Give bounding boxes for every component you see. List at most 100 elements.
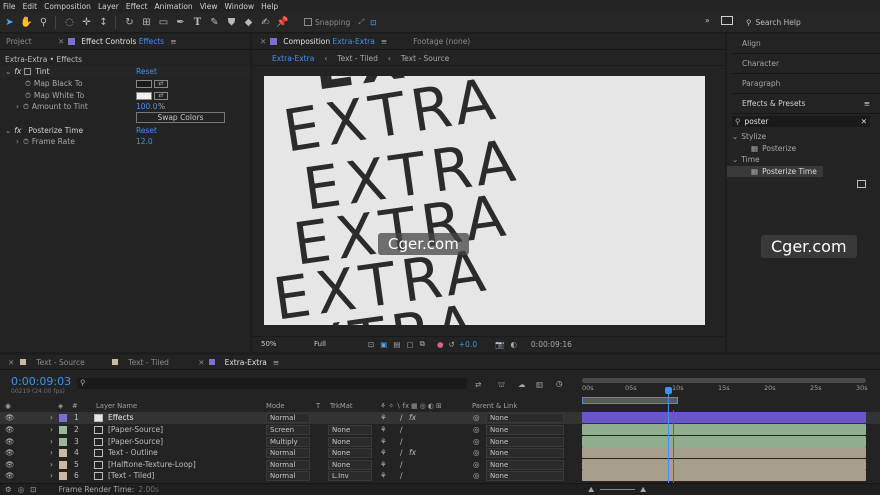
layer-name[interactable]: [Halftone-Texture-Loop] <box>108 460 196 469</box>
tab-effect-controls[interactable]: Effect Controls Effects <box>79 34 166 50</box>
close-icon[interactable]: ✕ <box>8 358 14 367</box>
current-time[interactable]: 0:00:09:03 <box>11 375 71 388</box>
eraser-tool-icon[interactable]: ◆ <box>241 15 256 30</box>
layer-row[interactable]: 👁 › 4 Text - Outline Normal None ⚘ ∕ fx ◎ None <box>0 447 880 459</box>
show-snapshot-icon[interactable]: ◐ <box>510 340 517 349</box>
menu-layer[interactable]: Layer <box>98 2 119 11</box>
time-ruler[interactable]: 00s 05s 10s 15s 20s 25s 30s <box>582 384 872 396</box>
layer-trkmat-select[interactable]: None <box>328 448 372 458</box>
layer-mode-select[interactable]: Normal <box>266 460 310 470</box>
pick-whip-icon[interactable]: ◎ <box>473 460 480 469</box>
pick-whip-icon[interactable]: ◎ <box>473 425 480 434</box>
current-time-readout[interactable]: 0:00:09:16 <box>531 340 572 349</box>
zoom-select[interactable]: 50% <box>257 339 305 349</box>
menu-animation[interactable]: Animation <box>154 2 192 11</box>
playhead-handle[interactable] <box>665 387 672 394</box>
close-icon[interactable]: ✕ <box>58 37 64 46</box>
video-toggle-icon[interactable]: ◉ <box>5 402 11 410</box>
puppet-pin-tool-icon[interactable]: 📌 <box>275 15 290 30</box>
menu-composition[interactable]: Composition <box>44 2 91 11</box>
menu-help[interactable]: Help <box>261 2 278 11</box>
layer-trkmat-select[interactable]: None <box>328 460 372 470</box>
chevron-right-icon[interactable]: › <box>50 448 53 457</box>
eye-icon[interactable]: 👁 <box>5 425 15 434</box>
posterize-reset-link[interactable]: Reset <box>136 126 157 135</box>
search-help[interactable]: ⚲ Search Help <box>746 15 866 29</box>
panel-menu-icon[interactable]: ≡ <box>864 99 870 108</box>
shy-switch-icon[interactable]: ⚘ <box>380 425 387 434</box>
layer-name[interactable]: Effects <box>108 413 134 422</box>
zoom-slider[interactable] <box>600 489 635 490</box>
fx-icon[interactable]: fx <box>14 67 21 76</box>
eye-icon[interactable]: 👁 <box>5 413 15 422</box>
layer-label-color[interactable] <box>59 413 67 422</box>
hand-tool-icon[interactable]: ✋ <box>19 15 34 30</box>
stopwatch-icon[interactable]: ⏱ <box>25 91 31 101</box>
layer-parent-select[interactable]: None <box>486 425 564 435</box>
tab-footage[interactable]: Footage (none) <box>407 34 476 50</box>
zoom-in-icon[interactable]: ⛰ <box>640 485 646 495</box>
layer-label-color[interactable] <box>59 460 67 469</box>
tab-text-tiled[interactable]: Text - Tiled <box>122 354 192 370</box>
frame-blending-icon[interactable]: ▥ <box>536 380 543 389</box>
transfer-controls-icon[interactable]: ◎ <box>18 485 25 494</box>
quality-switch-icon[interactable]: ∕ <box>400 413 403 422</box>
layer-mode-select[interactable]: Normal <box>266 413 310 423</box>
trkmat-header[interactable]: TrkMat <box>330 402 353 410</box>
map-white-swatch[interactable] <box>136 91 152 100</box>
layer-duration-bar[interactable] <box>582 424 866 435</box>
layer-duration-bar[interactable] <box>582 436 866 447</box>
pick-whip-icon[interactable]: ◎ <box>473 413 480 422</box>
effects-search-input[interactable]: poster <box>745 117 769 126</box>
layer-mode-select[interactable]: Screen <box>266 425 310 435</box>
selection-tool-icon[interactable]: ➤ <box>2 15 17 30</box>
layer-label-color[interactable] <box>59 425 67 434</box>
chevron-down-icon[interactable]: ⌄ <box>5 67 11 76</box>
chevron-right-icon[interactable]: › <box>50 437 53 446</box>
layer-row[interactable]: 👁 › 6 [Text - Tiled] Normal L.Inv ⚘ ∕ ◎ None <box>0 470 880 482</box>
snap-edges-icon[interactable]: ⤢ <box>358 17 364 27</box>
paragraph-panel[interactable]: Paragraph <box>732 74 880 94</box>
layer-row[interactable]: 👁 › 2 [Paper-Source] Screen None ⚘ ∕ ◎ None <box>0 424 880 436</box>
tree-item-posterize[interactable]: ▦ Posterize <box>727 143 880 154</box>
exposure-value[interactable]: +0.0 <box>459 340 477 349</box>
tab-text-source[interactable]: Text - Source <box>30 354 112 370</box>
menu-edit[interactable]: Edit <box>23 2 38 11</box>
composition-viewer[interactable]: EXTRA EXTRA EXTRA EXTRA EXTRA EXTRA Cger… <box>264 76 705 325</box>
layer-duration-bar[interactable] <box>582 470 866 481</box>
pen-tool-icon[interactable]: ✒ <box>173 15 188 30</box>
tree-group-stylize[interactable]: ⌄ Stylize <box>727 131 880 142</box>
layer-label-color[interactable] <box>59 448 67 457</box>
layer-label-color[interactable] <box>59 437 67 446</box>
chevron-down-icon[interactable]: ⌄ <box>732 132 738 141</box>
layer-label-color[interactable] <box>59 471 67 480</box>
layer-search[interactable]: ⚲ <box>77 378 467 389</box>
chevron-right-icon[interactable]: › <box>50 413 53 422</box>
layer-trkmat-select[interactable]: L.Inv <box>328 471 372 481</box>
3d-view-icon[interactable]: ⧉ <box>420 339 425 349</box>
chevron-right-icon[interactable]: › <box>50 425 53 434</box>
tint-reset-link[interactable]: Reset <box>136 67 157 76</box>
map-black-swatch[interactable] <box>136 79 152 88</box>
roto-brush-tool-icon[interactable]: ✍ <box>258 15 273 30</box>
layer-duration-bar[interactable] <box>582 447 866 458</box>
expand-workspace-icon[interactable]: » <box>705 16 710 25</box>
chevron-right-icon[interactable]: › <box>50 460 53 469</box>
pick-whip-icon[interactable]: ◎ <box>473 471 480 480</box>
playhead[interactable] <box>668 388 669 484</box>
crumb-text-source[interactable]: Text - Source <box>401 54 449 63</box>
quality-switch-icon[interactable]: ∕ <box>400 437 403 446</box>
shy-switch-icon[interactable]: ⚘ <box>380 413 387 422</box>
chevron-down-icon[interactable]: ⌄ <box>5 126 11 135</box>
transparency-grid-icon[interactable]: ▣ <box>380 340 387 349</box>
motion-blur-icon[interactable]: ◷ <box>556 379 563 388</box>
frame-rate-value[interactable]: 12.0 <box>136 137 153 146</box>
pan-behind-tool-icon[interactable]: ⊞ <box>139 15 154 30</box>
layer-row[interactable]: 👁 › 3 [Paper-Source] Multiply None ⚘ ∕ ◎ None <box>0 436 880 448</box>
layer-duration-bar[interactable] <box>582 412 866 423</box>
stopwatch-icon[interactable]: ⏱ <box>25 79 31 89</box>
region-of-interest-icon[interactable]: ▤ <box>393 340 400 349</box>
fast-preview-icon[interactable]: ⊡ <box>368 340 374 349</box>
fx-switch-icon[interactable]: fx <box>409 448 416 457</box>
comp-mini-flowchart-icon[interactable]: ⇄ <box>475 380 481 389</box>
